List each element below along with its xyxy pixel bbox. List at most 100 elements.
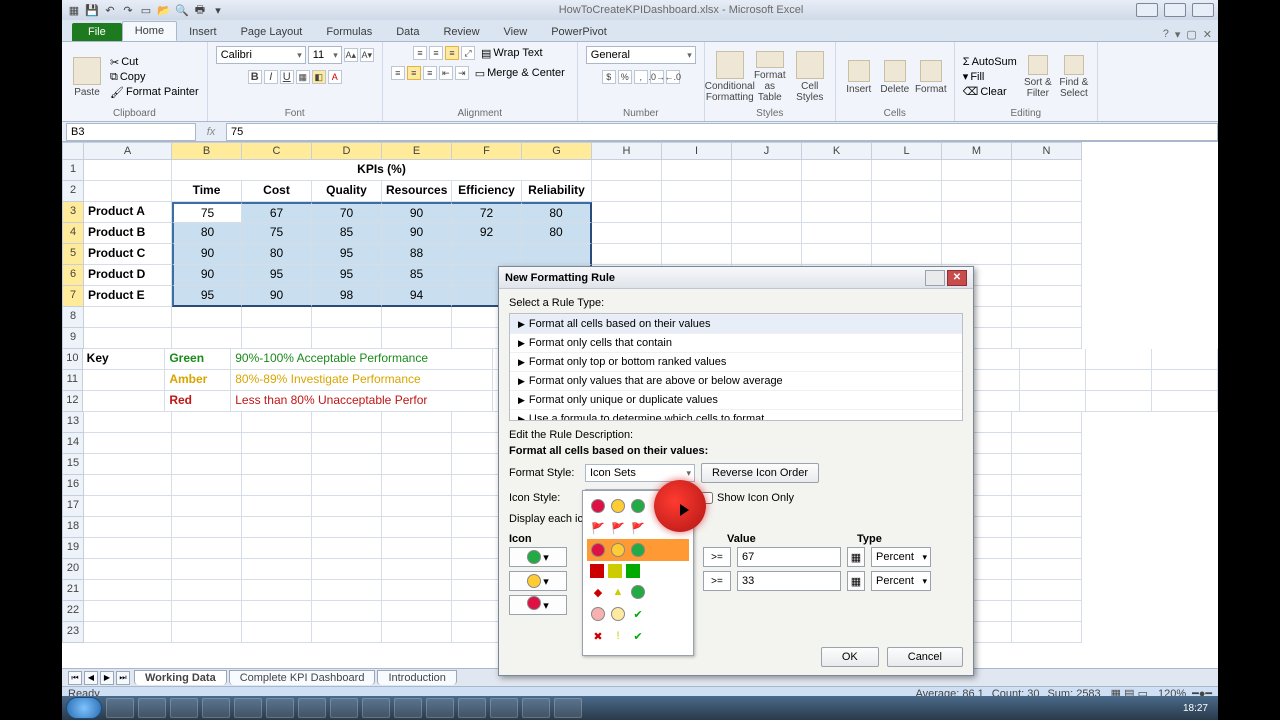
cell[interactable] [172,517,242,538]
new-icon[interactable]: ▭ [138,2,154,18]
col-header[interactable]: B [172,142,242,160]
cell[interactable]: 94 [382,286,452,307]
cell[interactable] [732,244,802,265]
cell[interactable]: Product B [84,223,172,244]
row-header[interactable]: 4 [62,223,84,244]
dialog-close-button[interactable]: ✕ [947,270,967,286]
cell[interactable] [802,202,872,223]
cell[interactable]: Time [172,181,242,202]
cell[interactable] [242,307,312,328]
bold-button[interactable]: B [248,70,262,84]
taskbar-item[interactable] [362,698,390,718]
cell[interactable] [1020,391,1086,412]
formula-input[interactable]: 75 [226,123,1218,141]
cell[interactable] [242,454,312,475]
row-header[interactable]: 8 [62,307,84,328]
sheet-nav-prev[interactable]: ◀ [84,671,98,685]
cell[interactable]: 95 [242,265,312,286]
col-header[interactable]: C [242,142,312,160]
cell[interactable] [382,580,452,601]
indent-inc-icon[interactable]: ⇥ [455,66,469,80]
cell[interactable] [1012,202,1082,223]
cell[interactable] [84,328,172,349]
cell[interactable] [242,580,312,601]
align-top-icon[interactable]: ≡ [413,46,427,60]
cell[interactable] [83,370,166,391]
italic-button[interactable]: I [264,70,278,84]
cell[interactable] [242,601,312,622]
format-painter-icon[interactable]: 🖌 [110,86,124,99]
taskbar-item[interactable] [394,698,422,718]
cell[interactable] [84,538,172,559]
cell[interactable] [382,433,452,454]
excel-icon[interactable]: ▦ [66,2,82,18]
cell[interactable] [942,223,1012,244]
row-header[interactable]: 16 [62,475,84,496]
open-icon[interactable]: 📂 [156,2,172,18]
merge-center-button[interactable]: ▭Merge & Center [471,67,569,80]
tab-data[interactable]: Data [384,23,431,41]
cell[interactable] [172,538,242,559]
cell[interactable] [802,160,872,181]
range-picker-icon[interactable]: ▦ [847,547,865,567]
font-color-button[interactable]: A [328,70,342,84]
taskbar-item[interactable] [426,698,454,718]
cell[interactable] [84,307,172,328]
cell[interactable] [382,475,452,496]
row-header[interactable]: 12 [62,391,83,412]
col-header[interactable]: I [662,142,732,160]
font-size-combo[interactable]: 11 [308,46,342,64]
cell[interactable] [802,223,872,244]
cell[interactable]: Product A [84,202,172,223]
cell[interactable]: 95 [312,244,382,265]
taskbar-item[interactable] [202,698,230,718]
taskbar-item[interactable] [554,698,582,718]
row-header[interactable]: 18 [62,517,84,538]
cell[interactable] [1012,580,1082,601]
cell[interactable] [592,202,662,223]
cell[interactable] [382,307,452,328]
cell[interactable] [312,622,382,643]
cell[interactable]: 90 [172,244,242,265]
cell[interactable] [732,223,802,244]
cell[interactable]: KPIs (%) [172,160,592,181]
cell[interactable]: Quality [312,181,382,202]
orientation-icon[interactable]: ⤢ [461,46,475,60]
cell[interactable] [872,202,942,223]
tab-powerpivot[interactable]: PowerPivot [539,23,619,41]
tab-insert[interactable]: Insert [177,23,229,41]
cell[interactable] [662,202,732,223]
fx-icon[interactable]: fx [196,126,226,138]
row-header[interactable]: 15 [62,454,84,475]
cell[interactable] [312,601,382,622]
cell[interactable] [172,433,242,454]
redo-icon[interactable]: ↷ [120,2,136,18]
cell[interactable]: 92 [452,223,522,244]
cell[interactable] [522,244,592,265]
cell[interactable]: 80 [522,223,592,244]
reverse-icon-order-button[interactable]: Reverse Icon Order [701,463,819,483]
number-format-combo[interactable]: General [586,46,696,64]
select-all-corner[interactable] [62,142,84,160]
row-header[interactable]: 17 [62,496,84,517]
cell[interactable] [172,496,242,517]
cell[interactable] [1012,433,1082,454]
print-preview-icon[interactable]: 🔍 [174,2,190,18]
cell[interactable] [84,433,172,454]
cell[interactable]: 70 [312,202,382,223]
more-icon[interactable]: ▾ [210,2,226,18]
taskbar-item[interactable] [266,698,294,718]
cell[interactable]: 80 [242,244,312,265]
cell[interactable] [802,181,872,202]
cell[interactable] [1020,370,1086,391]
cell[interactable]: 85 [382,265,452,286]
cell[interactable]: 75 [242,223,312,244]
comparison-combo[interactable]: >= [703,547,731,567]
taskbar-item[interactable] [170,698,198,718]
show-icon-only-checkbox[interactable]: Show Icon Only [701,492,794,504]
cell[interactable] [242,517,312,538]
minimize-button[interactable] [1136,3,1158,17]
cell[interactable] [662,223,732,244]
minimize-ribbon-icon[interactable]: ▾ [1175,28,1181,41]
delete-cells-button[interactable]: Delete [880,51,910,103]
